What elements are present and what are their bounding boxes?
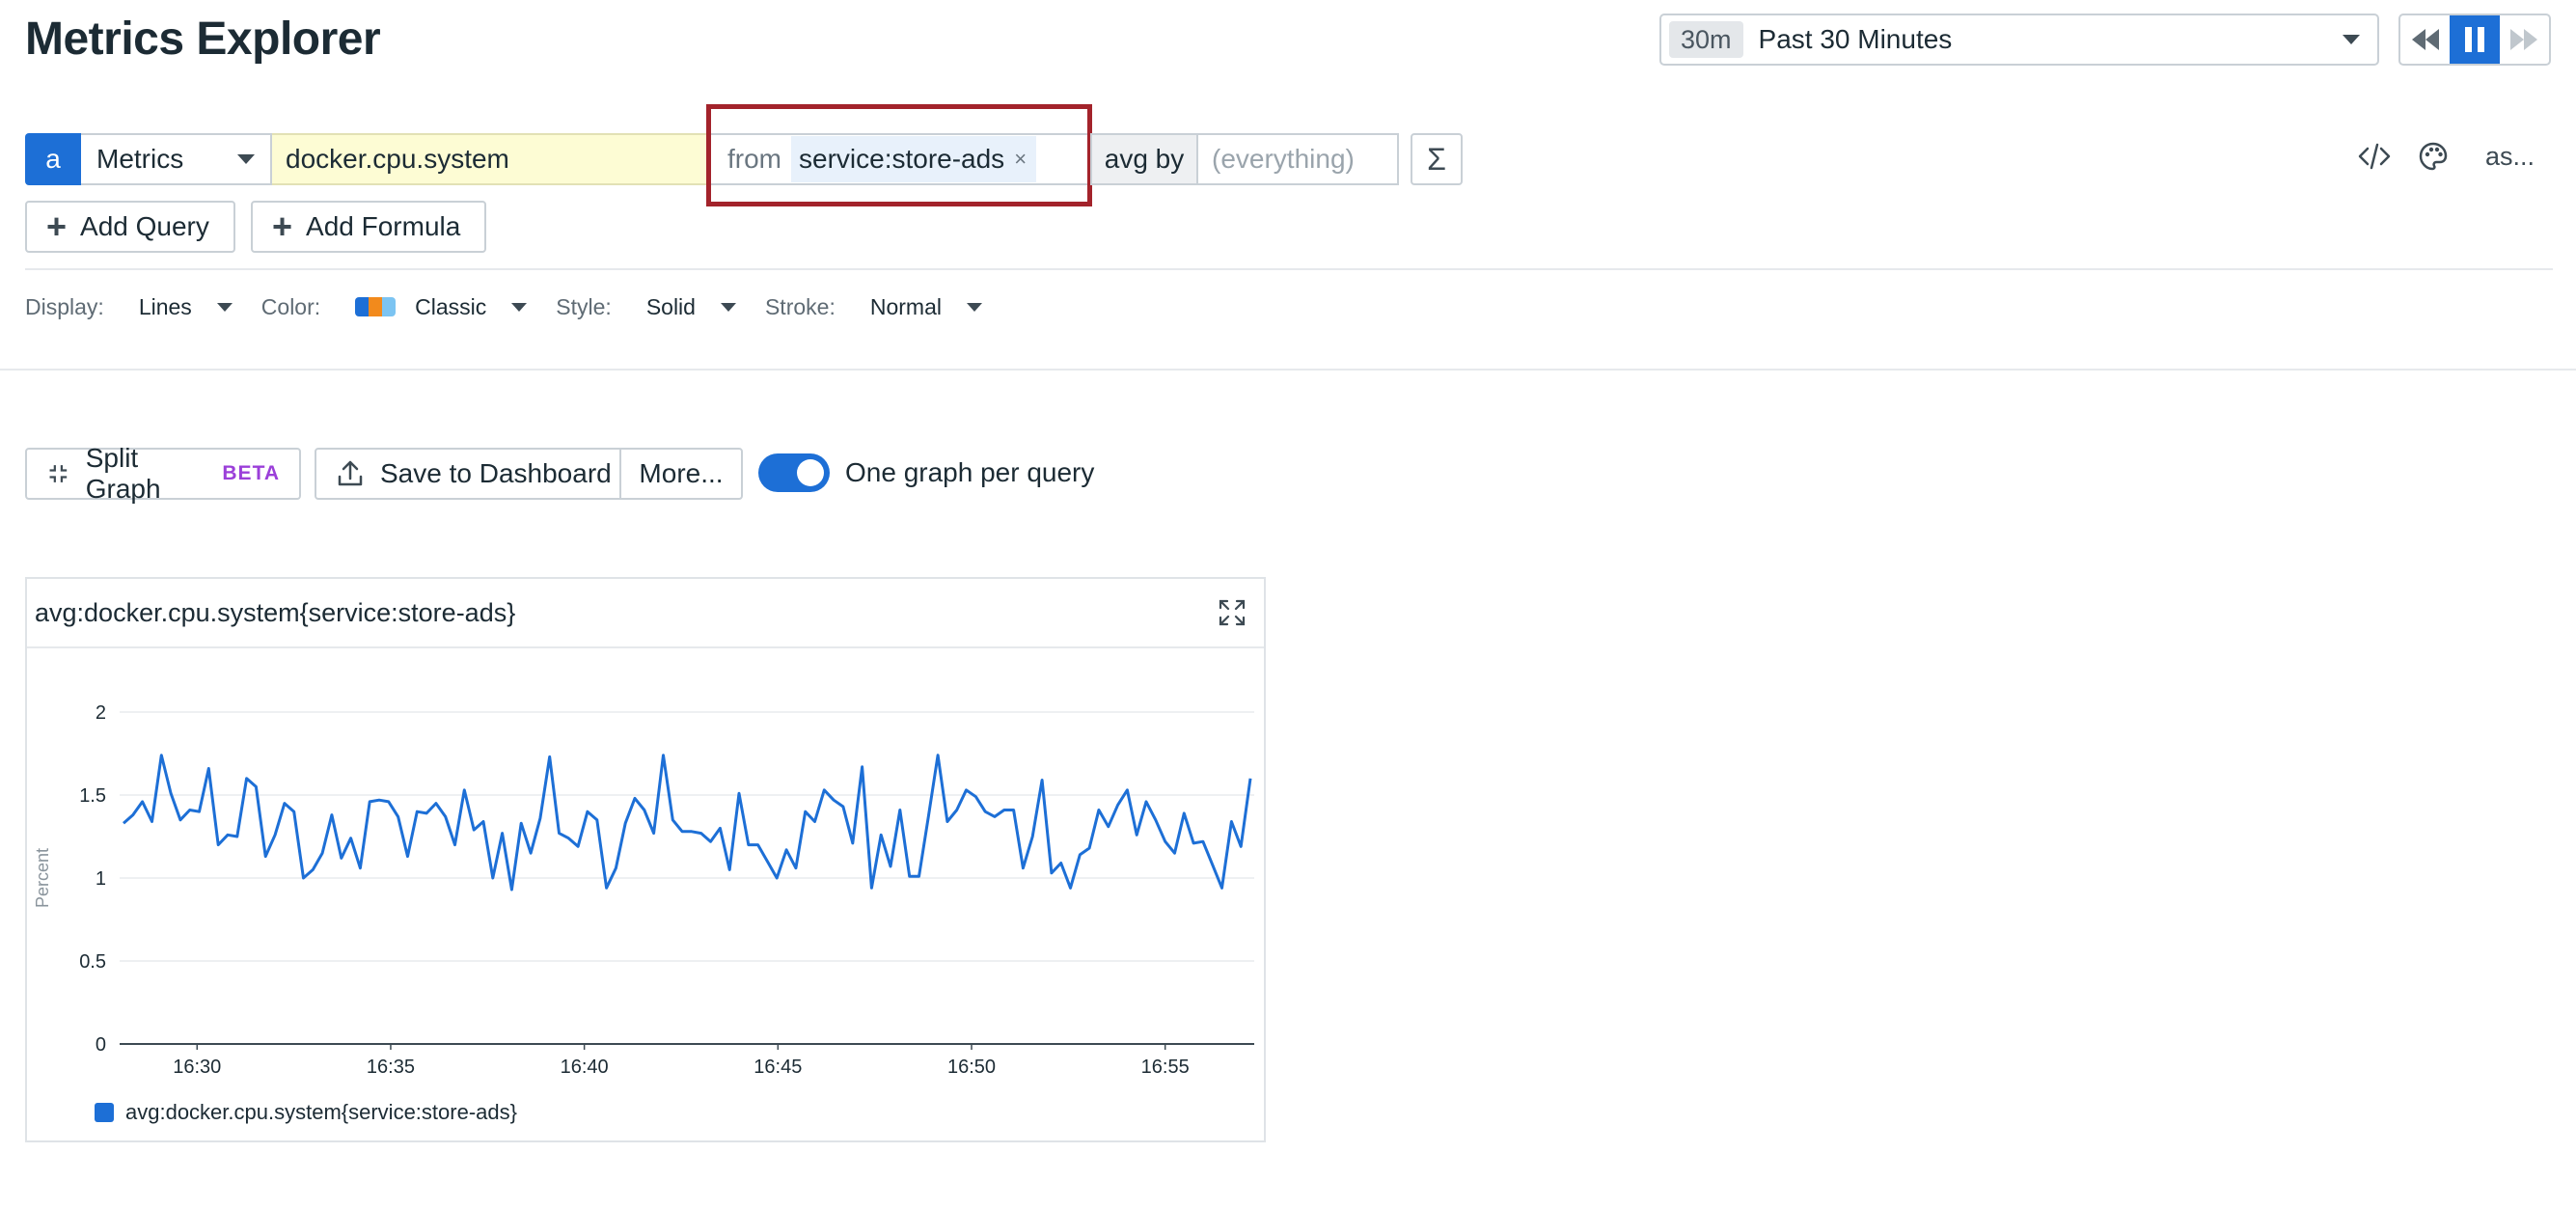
add-formula-button[interactable]: + Add Formula	[251, 201, 486, 253]
divider	[0, 369, 2576, 371]
query-letter-badge[interactable]: a	[25, 133, 81, 185]
y-tick-label: 1	[96, 868, 106, 890]
color-label: Color:	[260, 293, 321, 319]
series-line	[123, 754, 1252, 892]
beta-badge: BETA	[222, 462, 280, 484]
x-tick-label: 16:55	[1141, 1057, 1190, 1078]
split-graph-icon	[49, 465, 68, 482]
highlight-annotation-box	[706, 104, 1092, 206]
group-by-input[interactable]: (everything)	[1196, 133, 1399, 185]
add-query-label: Add Query	[80, 211, 209, 241]
stroke-label: Stroke:	[764, 293, 836, 319]
upload-icon	[338, 460, 363, 486]
plus-icon: +	[272, 206, 293, 246]
metric-input[interactable]: docker.cpu.system	[272, 133, 708, 185]
y-tick-label: 0.5	[79, 951, 106, 973]
display-select[interactable]: Lines	[139, 294, 192, 320]
y-tick-label: 2	[96, 702, 106, 724]
legend-label: avg:docker.cpu.system{service:store-ads}	[125, 1100, 517, 1124]
query-tools: as...	[2358, 141, 2535, 172]
pause-button[interactable]	[2450, 15, 2500, 64]
x-tick-label: 16:50	[947, 1057, 996, 1078]
display-options-row: Display: Lines Color: Classic Style: Sol…	[25, 289, 1011, 324]
rewind-icon	[2411, 29, 2439, 50]
line-chart: 0 0.5 1 1.5 2 16:30 16:35 16:40 16:45 16:50 16:55 P…	[33, 702, 1254, 1078]
stroke-select[interactable]: Normal	[870, 294, 942, 320]
chevron-down-icon[interactable]	[511, 302, 528, 312]
chevron-down-icon	[2343, 35, 2360, 44]
x-tick-label: 16:40	[561, 1057, 609, 1078]
playback-controls	[2398, 14, 2551, 66]
one-graph-per-query-label: One graph per query	[845, 457, 1095, 487]
function-sigma-button[interactable]: Σ	[1411, 133, 1463, 185]
graph-header: avg:docker.cpu.system{service:store-ads}	[27, 579, 1264, 648]
expand-icon[interactable]	[1218, 598, 1247, 627]
chevron-down-icon[interactable]	[216, 302, 233, 312]
x-tick-label: 16:35	[367, 1057, 415, 1078]
chevron-down-icon[interactable]	[966, 302, 982, 312]
pause-icon	[2464, 27, 2484, 52]
toggle-knob	[797, 459, 824, 486]
split-graph-label: Split Graph	[85, 443, 161, 504]
time-range-picker[interactable]: 30m Past 30 Minutes	[1659, 14, 2379, 66]
data-source-label: Metrics	[96, 144, 184, 174]
rewind-button[interactable]	[2400, 15, 2450, 64]
graph-panel: avg:docker.cpu.system{service:store-ads}…	[25, 577, 1266, 1142]
time-range-label: Past 30 Minutes	[1758, 24, 1953, 54]
palette-icon[interactable]	[2418, 141, 2449, 172]
palette-swatch-icon	[355, 297, 397, 316]
data-source-select[interactable]: Metrics	[81, 133, 272, 185]
style-label: Style:	[556, 293, 612, 319]
save-to-dashboard-label: Save to Dashboard	[380, 458, 612, 488]
graph-title: avg:docker.cpu.system{service:store-ads}	[35, 598, 516, 627]
x-tick-label: 16:30	[173, 1057, 221, 1078]
y-axis-label: Percent	[33, 848, 52, 908]
page-title: Metrics Explorer	[25, 14, 381, 65]
chart-legend[interactable]: avg:docker.cpu.system{service:store-ads}	[95, 1100, 517, 1125]
style-select[interactable]: Solid	[646, 294, 696, 320]
fast-forward-button[interactable]	[2500, 15, 2549, 64]
chevron-down-icon	[237, 154, 255, 164]
divider	[25, 268, 2553, 270]
save-to-dashboard-button[interactable]: Save to Dashboard	[316, 450, 621, 498]
color-select[interactable]: Classic	[415, 294, 486, 320]
one-graph-per-query-toggle[interactable]	[758, 453, 830, 492]
split-graph-button[interactable]: Split Graph BETA	[25, 443, 301, 504]
chevron-down-icon[interactable]	[720, 302, 736, 312]
x-tick-label: 16:45	[754, 1057, 802, 1078]
legend-swatch	[95, 1103, 114, 1122]
y-tick-label: 1.5	[79, 785, 106, 807]
fast-forward-icon	[2510, 29, 2538, 50]
plus-icon: +	[46, 206, 68, 246]
alias-as-button[interactable]: as...	[2485, 142, 2535, 172]
display-label: Display:	[25, 293, 104, 319]
add-query-button[interactable]: + Add Query	[25, 201, 235, 253]
save-actions-group: Save to Dashboard More...	[315, 448, 743, 500]
y-tick-label: 0	[96, 1034, 106, 1056]
time-range-badge: 30m	[1669, 21, 1743, 58]
add-formula-label: Add Formula	[306, 211, 461, 241]
more-button[interactable]: More...	[621, 450, 741, 498]
code-icon[interactable]	[2358, 143, 2391, 170]
avg-by-label: avg by	[1090, 133, 1198, 185]
